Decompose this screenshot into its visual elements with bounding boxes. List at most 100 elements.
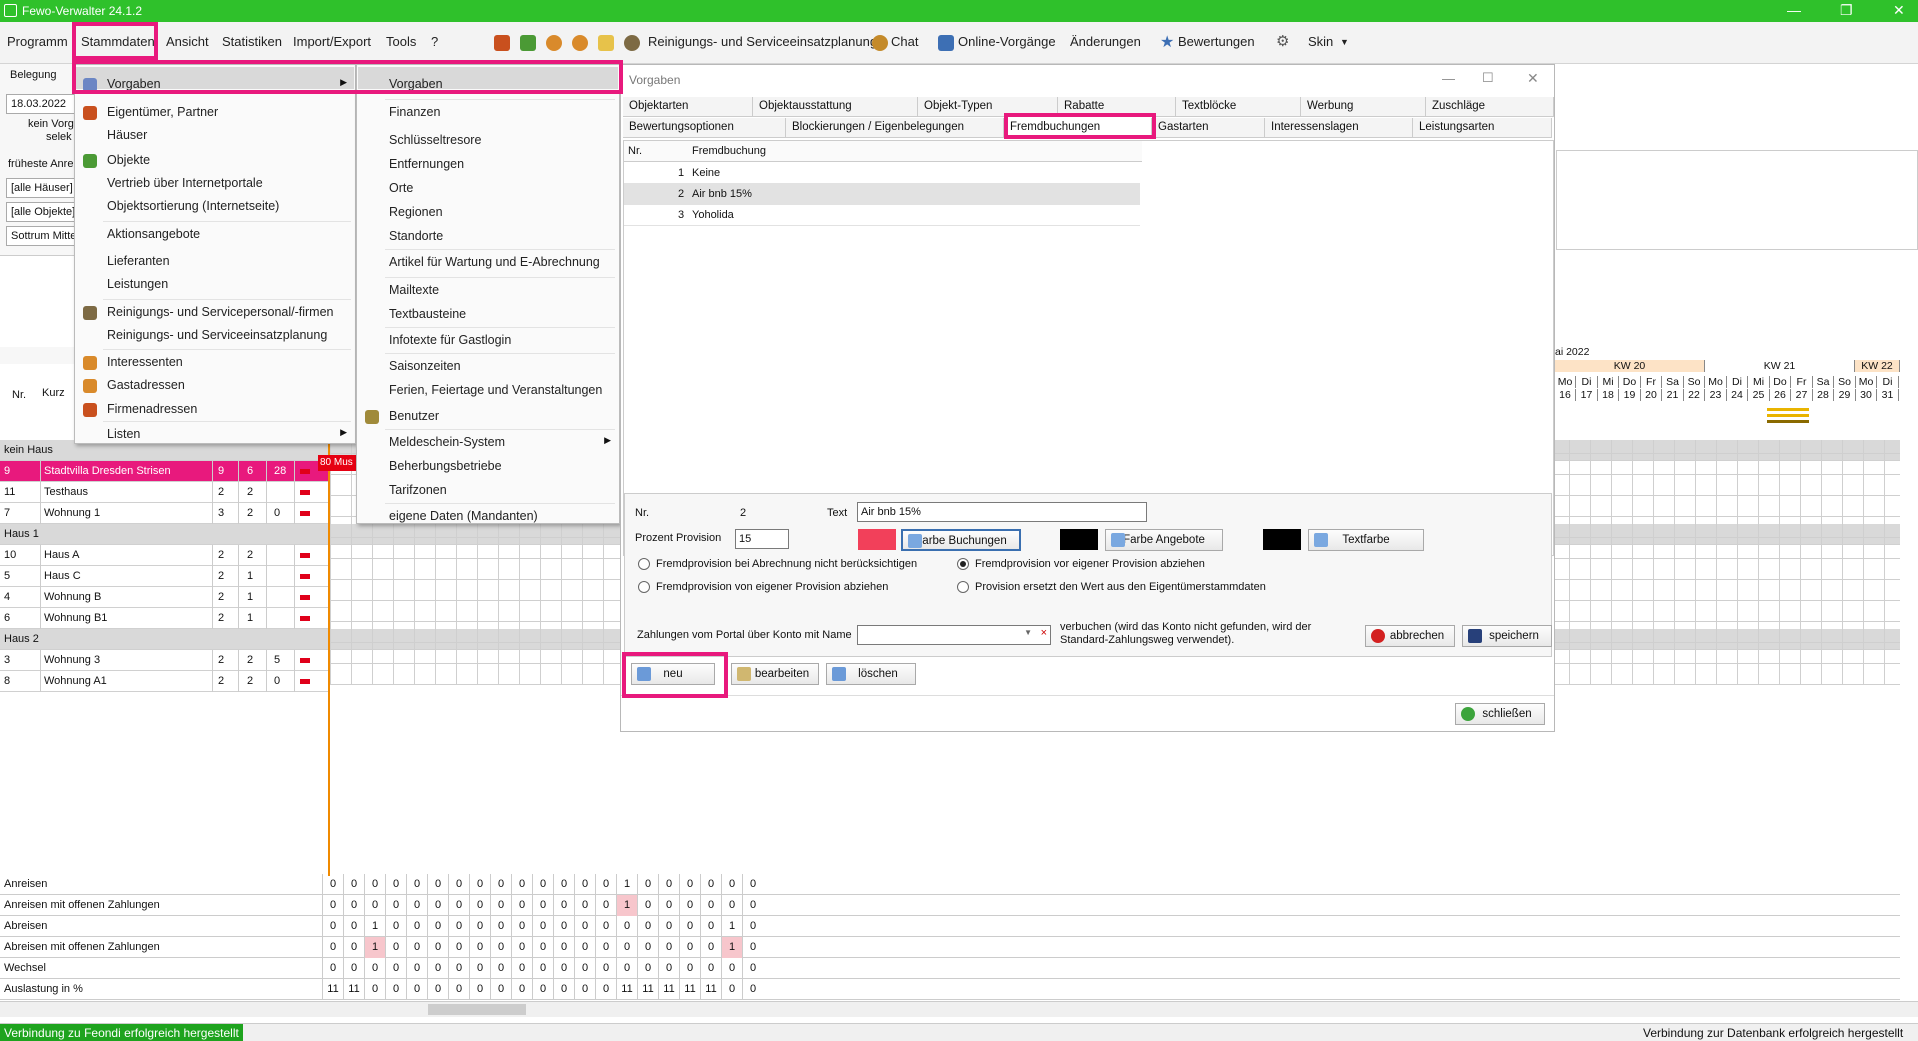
tab2-3[interactable]: Gastarten — [1152, 118, 1265, 138]
maximize-icon[interactable]: ❐ — [1840, 2, 1853, 19]
minimize-icon[interactable]: — — [1787, 2, 1801, 18]
farbe-buchungen-button[interactable]: Farbe Buchungen — [901, 529, 1021, 551]
cleaning-staff-icon[interactable] — [624, 35, 640, 51]
objects-select[interactable]: [alle Objekte] — [6, 202, 76, 222]
house-icon[interactable] — [520, 35, 536, 51]
menu-programm[interactable]: Programm — [7, 34, 68, 49]
menu-item-0[interactable]: Vorgaben — [107, 77, 161, 91]
menu-item-8[interactable]: Leistungen — [107, 277, 168, 291]
toolbar-online[interactable]: Online-Vorgänge — [958, 34, 1056, 49]
owner-icon[interactable] — [494, 35, 510, 51]
speichern-button[interactable]: speichern — [1462, 625, 1552, 647]
submenu-item-14[interactable]: Meldeschein-System — [389, 435, 505, 449]
color-swatch-buchungen[interactable] — [858, 529, 896, 550]
submenu-item-12[interactable]: Ferien, Feiertage und Veranstaltungen — [389, 383, 602, 397]
note-icon[interactable] — [598, 35, 614, 51]
toolbar-skin[interactable]: Skin — [1308, 34, 1333, 49]
menu-item-5[interactable]: Objektsortierung (Internetseite) — [107, 199, 279, 213]
menu-item-1[interactable]: Eigentümer, Partner — [107, 105, 218, 119]
house-row[interactable]: 10 Haus A 2 2 — [0, 545, 330, 566]
location-select[interactable]: Sottrum Mitte — [6, 226, 76, 246]
radio-before-own[interactable] — [957, 558, 969, 570]
clear-icon[interactable]: × — [1041, 627, 1047, 639]
tab2-1[interactable]: Blockierungen / Eigenbelegungen — [786, 118, 1004, 138]
chat-icon[interactable] — [872, 35, 888, 51]
loeschen-button[interactable]: löschen — [826, 663, 916, 685]
tab2-0[interactable]: Bewertungsoptionen — [623, 118, 786, 138]
menu-item-12[interactable]: Gastadressen — [107, 378, 185, 392]
scrollbar-thumb[interactable] — [428, 1004, 526, 1015]
submenu-item-4[interactable]: Orte — [389, 181, 413, 195]
house-row[interactable]: 3 Wohnung 3 2 2 5 — [0, 650, 330, 671]
dialog-maximize-icon[interactable]: ☐ — [1482, 70, 1494, 86]
submenu-item-7[interactable]: Artikel für Wartung und E-Abrechnung — [389, 255, 600, 269]
chevron-down-icon[interactable]: ▼ — [1340, 37, 1349, 47]
list-row[interactable]: 3 Yoholida — [624, 205, 1140, 226]
menu-item-13[interactable]: Firmenadressen — [107, 402, 197, 416]
color-swatch-text[interactable] — [1263, 529, 1301, 550]
submenu-item-16[interactable]: Tarifzonen — [389, 483, 447, 497]
submenu-item-3[interactable]: Entfernungen — [389, 157, 464, 171]
house-row[interactable]: 9 Stadtvilla Dresden Strisen 9 6 28 — [0, 461, 330, 482]
guest-icon[interactable] — [572, 35, 588, 51]
menu-ansicht[interactable]: Ansicht — [166, 34, 209, 49]
color-swatch-angebote[interactable] — [1060, 529, 1098, 550]
radio-replaces[interactable] — [957, 581, 969, 593]
submenu-item-11[interactable]: Saisonzeiten — [389, 359, 461, 373]
house-row[interactable]: 4 Wohnung B 2 1 — [0, 587, 330, 608]
menu-item-11[interactable]: Interessenten — [107, 355, 183, 369]
menu-item-2[interactable]: Häuser — [107, 128, 147, 142]
menu-tools[interactable]: Tools — [386, 34, 416, 49]
bearbeiten-button[interactable]: bearbeiten — [731, 663, 819, 685]
toolbar-bewertungen[interactable]: Bewertungen — [1178, 34, 1255, 49]
houses-select[interactable]: [alle Häuser] — [6, 178, 76, 198]
toolbar-reinigung[interactable]: Reinigungs- und Serviceeinsatzplanung — [648, 34, 877, 49]
tab-6[interactable]: Zuschläge — [1426, 97, 1554, 117]
submenu-item-13[interactable]: Benutzer — [389, 409, 439, 423]
date-field[interactable]: 18.03.2022 — [6, 94, 76, 114]
dialog-close-icon[interactable]: ✕ — [1527, 70, 1539, 87]
belegung-tab[interactable]: Belegung — [6, 66, 76, 86]
tab-1[interactable]: Objektausstattung — [753, 97, 918, 117]
prov-input[interactable]: 15 — [735, 529, 789, 549]
submenu-item-8[interactable]: Mailtexte — [389, 283, 439, 297]
menu-import-export[interactable]: Import/Export — [293, 34, 371, 49]
gear-icon[interactable]: ⚙ — [1276, 32, 1292, 50]
tab2-4[interactable]: Interessenslagen — [1265, 118, 1413, 138]
toolbar-chat[interactable]: Chat — [891, 34, 918, 49]
tab2-2[interactable]: Fremdbuchungen — [1004, 118, 1152, 138]
schliessen-button[interactable]: schließen — [1455, 703, 1545, 725]
house-row[interactable]: 6 Wohnung B1 2 1 — [0, 608, 330, 629]
abbrechen-button[interactable]: abbrechen — [1365, 625, 1455, 647]
submenu-item-15[interactable]: Beherbungsbetriebe — [389, 459, 502, 473]
submenu-item-5[interactable]: Regionen — [389, 205, 443, 219]
chevron-down-icon[interactable]: ▼ — [1024, 628, 1032, 637]
menu-item-6[interactable]: Aktionsangebote — [107, 227, 200, 241]
star-icon[interactable]: ★ — [1160, 32, 1176, 51]
dialog-minimize-icon[interactable]: — — [1442, 71, 1455, 86]
house-row[interactable]: 8 Wohnung A1 2 2 0 — [0, 671, 330, 692]
horizontal-scrollbar[interactable] — [0, 1001, 1918, 1017]
menu-item-3[interactable]: Objekte — [107, 153, 150, 167]
menu-statistiken[interactable]: Statistiken — [222, 34, 282, 49]
submenu-item-6[interactable]: Standorte — [389, 229, 443, 243]
radio-from-own[interactable] — [638, 581, 650, 593]
radio-not-considered[interactable] — [638, 558, 650, 570]
textfarbe-button[interactable]: Textfarbe — [1308, 529, 1424, 551]
list-row[interactable]: 1 Keine — [624, 163, 1140, 184]
menu-item-4[interactable]: Vertrieb über Internetportale — [107, 176, 263, 190]
submenu-item-2[interactable]: Schlüsseltresore — [389, 133, 481, 147]
submenu-item-0[interactable]: Vorgaben — [389, 77, 443, 91]
submenu-item-17[interactable]: eigene Daten (Mandanten) — [389, 509, 538, 523]
farbe-angebote-button[interactable]: Farbe Angebote — [1105, 529, 1223, 551]
house-row[interactable]: 11 Testhaus 2 2 — [0, 482, 330, 503]
menu-item-10[interactable]: Reinigungs- und Serviceeinsatzplanung — [107, 328, 327, 342]
menu-item-9[interactable]: Reinigungs- und Servicepersonal/-firmen — [107, 305, 334, 319]
tab-4[interactable]: Textblöcke — [1176, 97, 1301, 117]
tab-2[interactable]: Objekt-Typen — [918, 97, 1058, 117]
submenu-item-9[interactable]: Textbausteine — [389, 307, 466, 321]
booking-bar[interactable]: 80 Mus — [318, 455, 356, 471]
close-icon[interactable]: ✕ — [1893, 2, 1905, 19]
list-row[interactable]: 2 Air bnb 15% — [624, 184, 1140, 205]
house-row[interactable]: 7 Wohnung 1 3 2 0 — [0, 503, 330, 524]
